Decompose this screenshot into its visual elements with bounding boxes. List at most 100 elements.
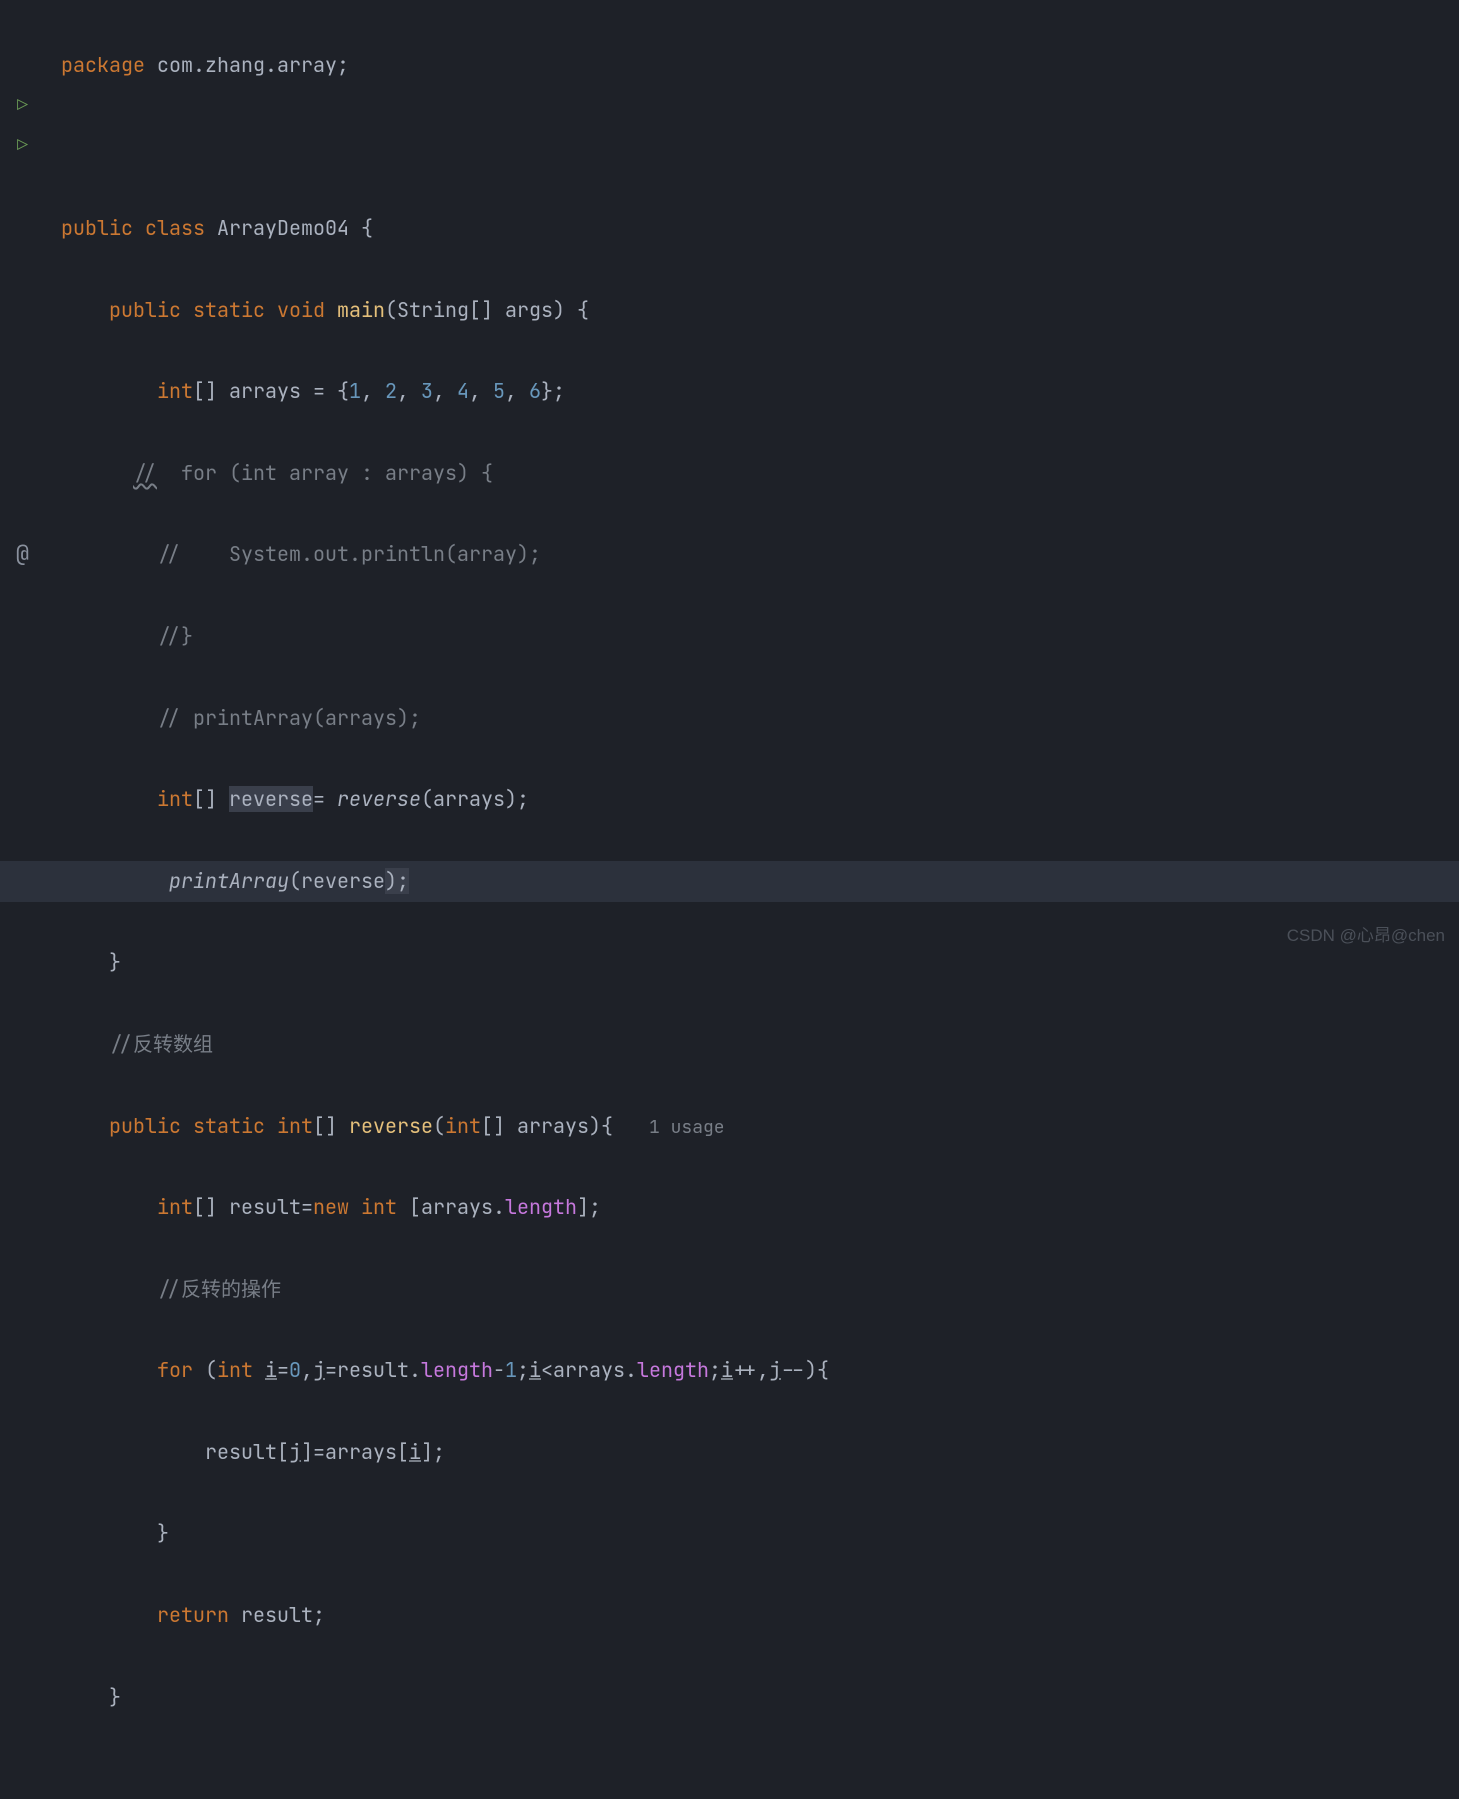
gutter-row — [0, 330, 45, 371]
args: (reverse — [289, 868, 385, 894]
package-path: com.zhang.array; — [145, 52, 349, 78]
number: 1 — [505, 1357, 517, 1383]
brackets: [] — [193, 1194, 229, 1220]
field: length — [637, 1357, 709, 1383]
gutter: ▷ ▷ @ — [0, 0, 45, 967]
type: int — [157, 1194, 193, 1220]
code-line: //反转的操作 — [61, 1269, 1459, 1310]
variable: reverse — [229, 786, 313, 812]
minus: - — [493, 1357, 505, 1383]
keyword: static — [193, 1113, 265, 1139]
comment: //反转的操作 — [157, 1276, 281, 1302]
code-line — [61, 126, 1459, 167]
usage-hint[interactable]: 1 usage — [649, 1116, 725, 1139]
code-line: int[] arrays = {1, 2, 3, 4, 5, 6}; — [61, 371, 1459, 412]
code-line: // System.out.println(array); — [61, 534, 1459, 575]
type: int — [361, 1194, 397, 1220]
comma: , — [301, 1357, 313, 1383]
semi: ; — [709, 1357, 721, 1383]
end: ]; — [577, 1194, 601, 1220]
class-name: ArrayDemo04 — [205, 215, 361, 241]
eq: =result. — [325, 1357, 421, 1383]
variable: j — [769, 1357, 781, 1383]
run-icon[interactable]: ▷ — [0, 126, 45, 167]
keyword: for — [157, 1357, 193, 1383]
mid: ]=arrays[ — [301, 1439, 409, 1465]
gutter-row — [0, 208, 45, 249]
code-line: //} — [61, 616, 1459, 657]
code-editor[interactable]: ▷ ▷ @ package com.zhang.array; public cl… — [0, 0, 1459, 967]
code-line: public class ArrayDemo04 { — [61, 208, 1459, 249]
comment: for (int array : arrays) { — [157, 460, 493, 486]
variable: result= — [229, 1194, 313, 1220]
comment: //反转数组 — [109, 1031, 213, 1057]
brace: } — [157, 1520, 169, 1546]
code-line: return result; — [61, 1595, 1459, 1636]
param: arrays){ — [517, 1113, 613, 1139]
type: int — [157, 786, 193, 812]
keyword: void — [277, 297, 325, 323]
end: ]; — [421, 1439, 445, 1465]
code-line: // for (int array : arrays) { — [61, 453, 1459, 494]
gutter-row — [0, 167, 45, 208]
code-area[interactable]: package com.zhang.array; public class Ar… — [45, 0, 1459, 967]
brace: } — [109, 949, 121, 975]
type: int — [277, 1113, 313, 1139]
code-line: } — [61, 1513, 1459, 1554]
keyword: public — [109, 1113, 181, 1139]
sp — [253, 1357, 265, 1383]
code-line: int[] reverse= reverse(arrays); — [61, 779, 1459, 820]
brackets: [] — [313, 1113, 349, 1139]
code-line: public static int[] reverse(int[] arrays… — [61, 1106, 1459, 1147]
code-line: package com.zhang.array; — [61, 45, 1459, 86]
comment: // System.out.println(array); — [157, 541, 541, 567]
variable: j — [289, 1439, 301, 1465]
method-name: main — [337, 297, 385, 323]
variable: i — [265, 1357, 277, 1383]
method-name: reverse — [349, 1113, 433, 1139]
number: 0 — [289, 1357, 301, 1383]
end: }; — [541, 378, 565, 404]
open: ( — [193, 1357, 217, 1383]
gutter-row — [0, 371, 45, 412]
code-line-highlighted: printArray(reverse); — [0, 861, 1459, 902]
gutter-row — [0, 45, 45, 86]
brackets: [] — [193, 786, 229, 812]
params: (String[] args) { — [385, 297, 589, 323]
args: (arrays); — [421, 786, 529, 812]
code-line: // printArray(arrays); — [61, 698, 1459, 739]
brackets: [] — [481, 1113, 517, 1139]
keyword: package — [61, 52, 145, 78]
code-line: result[j]=arrays[i]; — [61, 1432, 1459, 1473]
variable: arrays = { — [229, 378, 349, 404]
semi: ; — [517, 1357, 529, 1383]
code-line: for (int i=0,j=result.length-1;i<arrays.… — [61, 1350, 1459, 1391]
rest: [arrays. — [397, 1194, 505, 1220]
variable: j — [313, 1357, 325, 1383]
variable: result[ — [205, 1439, 289, 1465]
watermark: CSDN @心昂@chen — [1287, 916, 1445, 957]
variable: i — [409, 1439, 421, 1465]
method-call: printArray — [169, 868, 289, 894]
field: length — [421, 1357, 493, 1383]
variable: i — [529, 1357, 541, 1383]
gutter-row — [0, 4, 45, 45]
code-line: //反转数组 — [61, 1024, 1459, 1065]
gutter-row — [0, 249, 45, 290]
variable: result; — [229, 1602, 325, 1628]
keyword: static — [193, 297, 265, 323]
lt: <arrays. — [541, 1357, 637, 1383]
mm: --){ — [781, 1357, 829, 1383]
override-icon[interactable]: @ — [0, 534, 45, 575]
field: length — [505, 1194, 577, 1220]
method-call: reverse — [337, 786, 421, 812]
number: 4 — [457, 378, 469, 404]
brackets: [] — [193, 378, 229, 404]
comment: // printArray(arrays); — [157, 705, 421, 731]
number: 3 — [421, 378, 433, 404]
code-line: public static void main(String[] args) { — [61, 290, 1459, 331]
eq: = — [313, 786, 337, 812]
run-icon[interactable]: ▷ — [0, 86, 45, 127]
close: ); — [385, 868, 409, 894]
number: 6 — [529, 378, 541, 404]
